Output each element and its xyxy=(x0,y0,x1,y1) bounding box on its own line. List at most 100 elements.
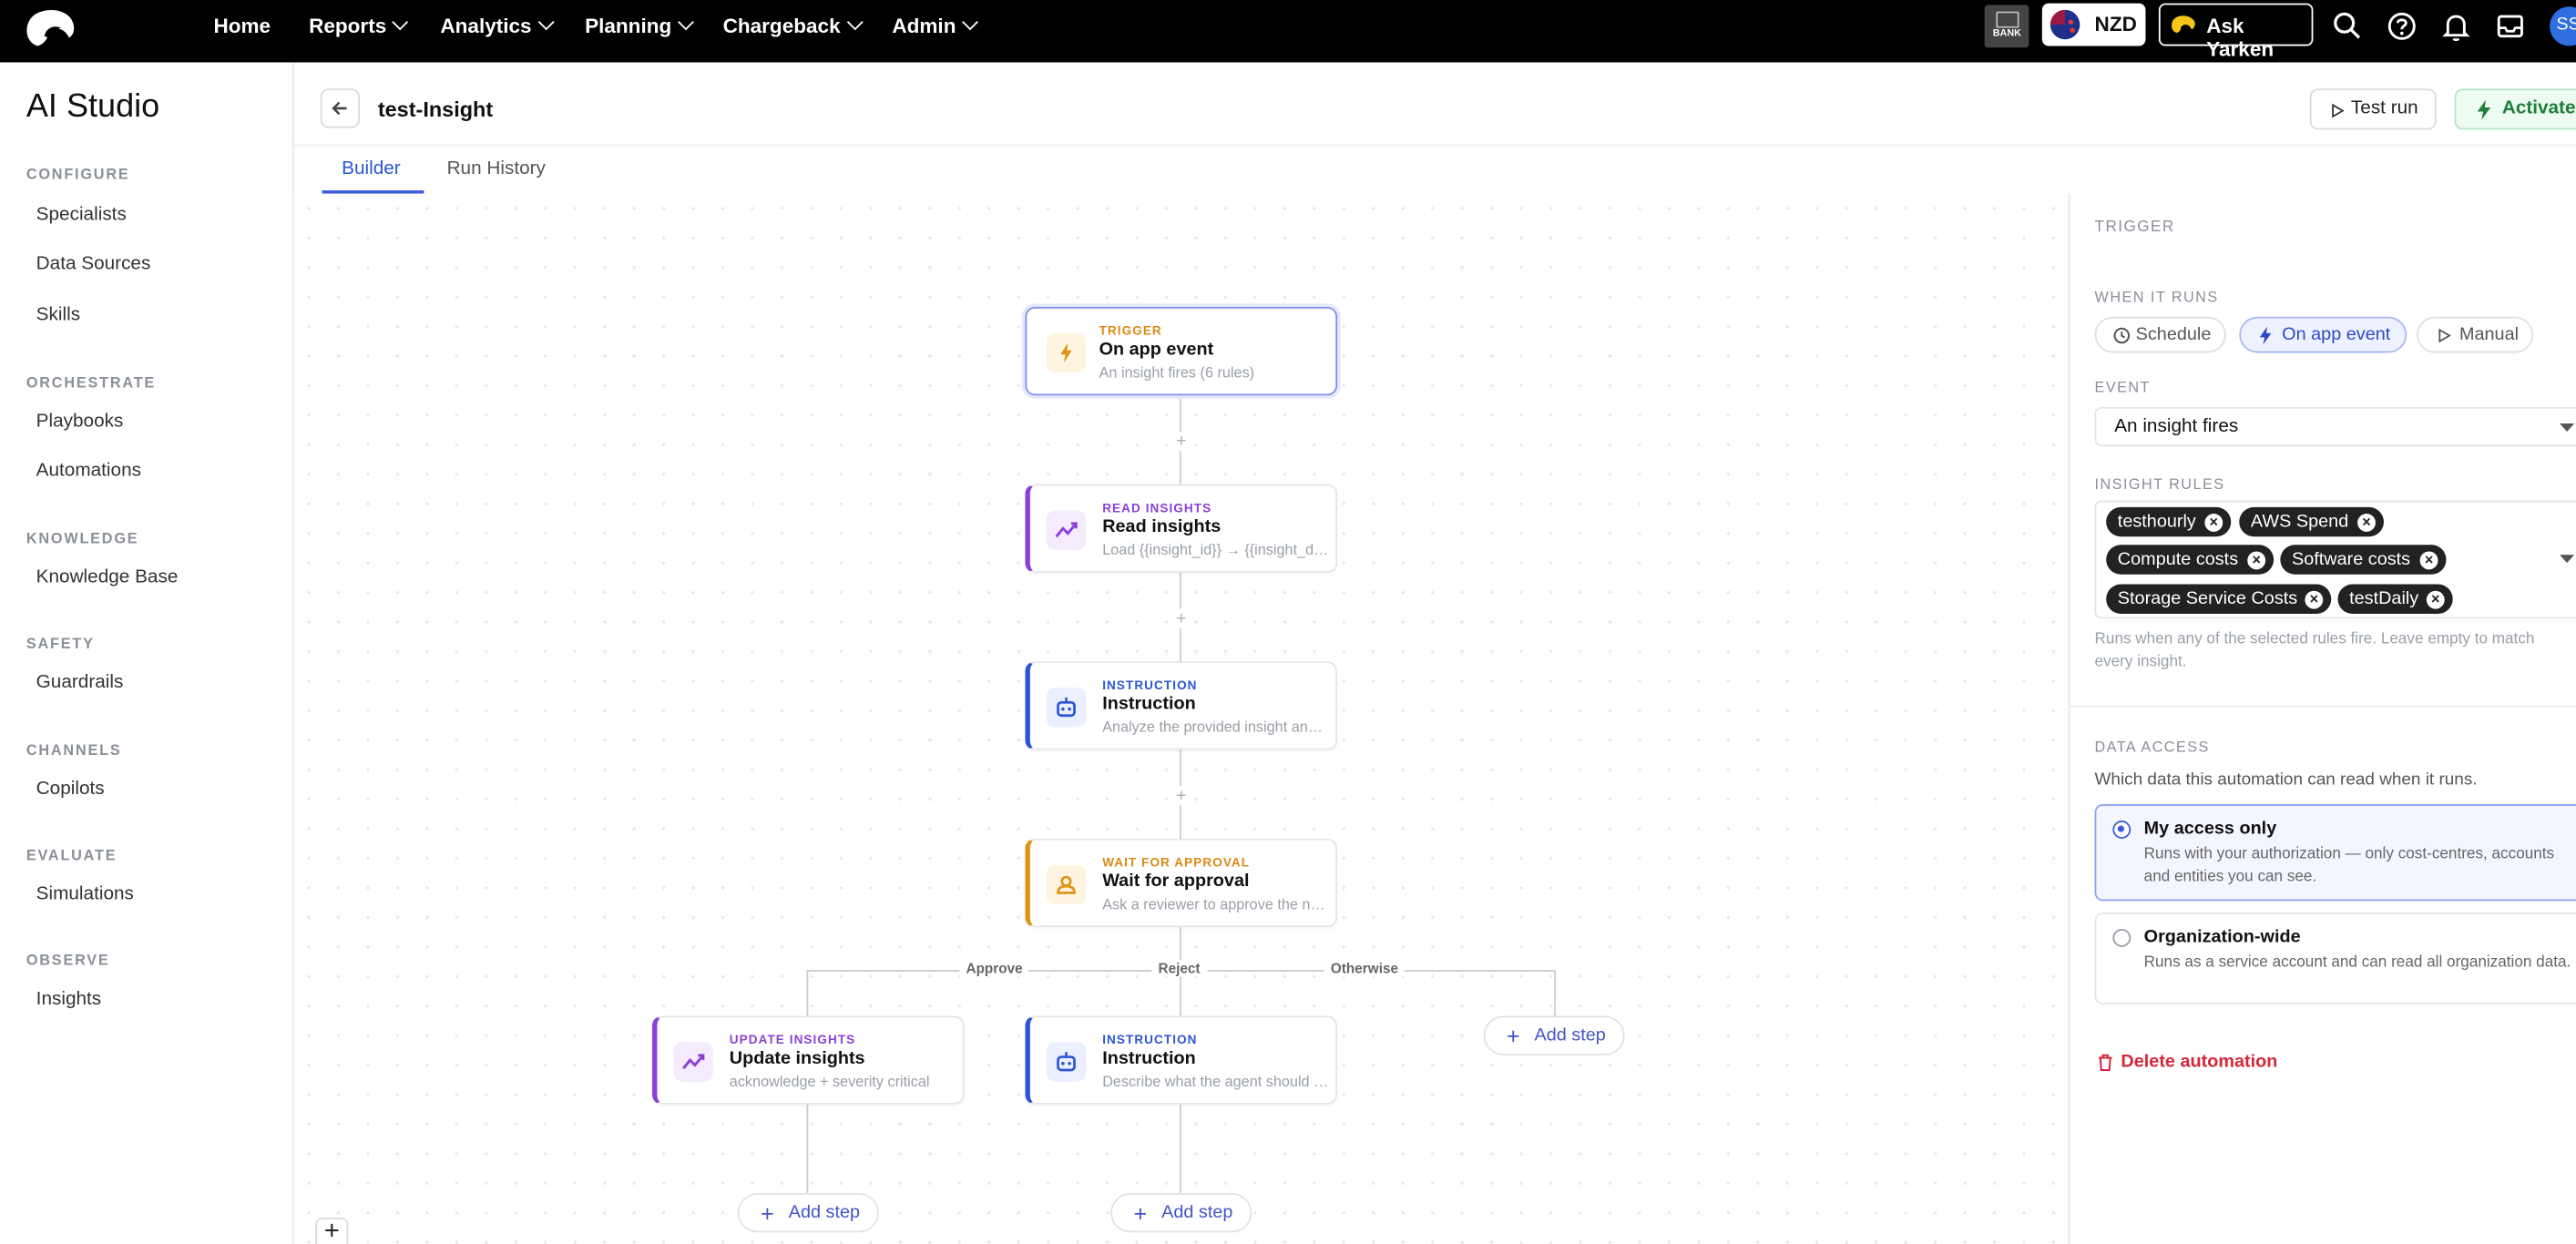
when-option-manual[interactable]: Manual xyxy=(2417,316,2534,353)
insight-rules-multiselect[interactable]: testhourly × AWS Spend × Compute costs ×… xyxy=(2094,500,2576,619)
add-step-button-reject[interactable]: + Add step xyxy=(1110,1193,1252,1233)
sidebar-section-safety: SAFETY xyxy=(26,635,95,652)
nav-admin[interactable]: Admin xyxy=(892,0,978,62)
nav-reports[interactable]: Reports xyxy=(309,0,409,62)
trend-icon xyxy=(1046,510,1087,550)
sidebar-item-skills[interactable]: Skills xyxy=(36,305,80,325)
nav-planning-label: Planning xyxy=(585,15,672,38)
remove-chip-icon[interactable]: × xyxy=(2426,590,2445,609)
bank-logo-graphic xyxy=(1996,11,2019,28)
node-subtitle: An insight fires (6 rules) xyxy=(1099,364,1255,382)
sidebar-section-configure: CONFIGURE xyxy=(26,166,130,183)
insight-rules-label: INSIGHT RULES xyxy=(2094,475,2225,493)
clock-icon xyxy=(2113,327,2131,344)
access-option-title: My access only xyxy=(2143,819,2277,839)
arrow-left-icon xyxy=(332,101,347,116)
top-navbar: Home Reports Analytics Planning Chargeba… xyxy=(0,0,2576,63)
remove-chip-icon[interactable]: × xyxy=(2357,514,2376,532)
radio-unselected-icon[interactable] xyxy=(2112,928,2131,947)
event-select[interactable]: An insight fires xyxy=(2094,406,2576,447)
remove-chip-icon[interactable]: × xyxy=(2247,551,2266,570)
sidebar-item-playbooks[interactable]: Playbooks xyxy=(36,412,124,432)
sidebar-item-automations[interactable]: Automations xyxy=(36,461,141,481)
activate-button[interactable]: Activate xyxy=(2454,88,2576,130)
tab-builder[interactable]: Builder xyxy=(342,159,401,179)
bell-icon[interactable] xyxy=(2438,8,2474,45)
nav-home[interactable]: Home xyxy=(213,0,271,62)
workflow-node-read-insights[interactable]: READ INSIGHTS Read insights Load {{insig… xyxy=(1025,484,1338,573)
workflow-node-update-insights[interactable]: UPDATE INSIGHTS Update insights acknowle… xyxy=(652,1015,965,1105)
sidebar-item-copilots[interactable]: Copilots xyxy=(36,780,105,800)
when-option-schedule[interactable]: Schedule xyxy=(2094,316,2226,353)
sidebar-item-guardrails[interactable]: Guardrails xyxy=(36,673,124,693)
sidebar-item-insights[interactable]: Insights xyxy=(36,990,101,1010)
workflow-node-instruction[interactable]: INSTRUCTION Instruction Analyze the prov… xyxy=(1025,661,1338,750)
sidebar-item-specialists[interactable]: Specialists xyxy=(36,205,127,225)
nav-admin-label: Admin xyxy=(892,15,956,38)
rule-chip: Compute costs × xyxy=(2106,545,2274,575)
insert-step-button[interactable]: + xyxy=(1170,431,1191,452)
tab-run-history[interactable]: Run History xyxy=(447,159,546,179)
sidebar-section-knowledge: KNOWLEDGE xyxy=(26,530,139,547)
user-avatar[interactable]: SS xyxy=(2550,6,2576,46)
sidebar-item-data-sources[interactable]: Data Sources xyxy=(36,254,151,274)
bolt-icon xyxy=(2259,326,2272,345)
zoom-in-button[interactable]: + xyxy=(315,1218,349,1244)
access-option-organization[interactable]: Organization-wide Runs as a service acco… xyxy=(2094,912,2576,1004)
plus-icon: + xyxy=(1506,1022,1520,1049)
branch-label-reject: Reject xyxy=(1151,960,1207,977)
person-icon xyxy=(1046,864,1087,904)
rule-chip-label: testDaily xyxy=(2349,588,2419,609)
bank-logo[interactable]: BANK xyxy=(1984,5,2029,48)
workflow-node-trigger[interactable]: TRIGGER On app event An insight fires (6… xyxy=(1025,306,1338,396)
node-title: Instruction xyxy=(1102,694,1196,714)
brand-logo[interactable] xyxy=(21,6,77,49)
node-kind: TRIGGER xyxy=(1099,323,1162,339)
access-option-my-access[interactable]: My access only Runs with your authorizat… xyxy=(2094,804,2576,902)
rule-chip-label: Software costs xyxy=(2291,549,2411,570)
sidebar-item-knowledge-base[interactable]: Knowledge Base xyxy=(36,568,179,588)
workflow-node-wait-for-approval[interactable]: WAIT FOR APPROVAL Wait for approval Ask … xyxy=(1025,838,1338,928)
insert-step-button[interactable]: + xyxy=(1170,608,1191,629)
node-subtitle: acknowledge + severity critical xyxy=(729,1073,930,1090)
help-icon[interactable] xyxy=(2384,8,2420,45)
play-icon xyxy=(2438,328,2451,343)
caret-down-icon[interactable] xyxy=(2559,555,2575,565)
access-option-title: Organization-wide xyxy=(2143,927,2301,947)
insert-step-button[interactable]: + xyxy=(1170,786,1191,806)
radio-selected-icon[interactable] xyxy=(2112,821,2131,839)
back-button[interactable] xyxy=(320,88,360,128)
remove-chip-icon[interactable]: × xyxy=(2305,590,2324,609)
nav-planning[interactable]: Planning xyxy=(585,0,694,62)
nav-analytics[interactable]: Analytics xyxy=(440,0,554,62)
test-run-button[interactable]: Test run xyxy=(2309,88,2437,130)
assistant-logo-icon xyxy=(2171,15,2197,35)
rule-chip: Software costs × xyxy=(2280,545,2447,575)
currency-selector[interactable]: NZD xyxy=(2041,3,2146,46)
when-it-runs-label: WHEN IT RUNS xyxy=(2094,289,2219,306)
app-title: AI Studio xyxy=(26,88,160,125)
event-label: EVENT xyxy=(2094,379,2151,396)
workflow-node-instruction-reject[interactable]: INSTRUCTION Instruction Describe what th… xyxy=(1025,1015,1338,1105)
test-run-label: Test run xyxy=(2350,98,2418,118)
remove-chip-icon[interactable]: × xyxy=(2419,551,2438,570)
add-step-button-otherwise[interactable]: + Add step xyxy=(1483,1015,1625,1055)
search-icon[interactable] xyxy=(2329,8,2366,45)
when-option-app-event[interactable]: On app event xyxy=(2239,316,2407,353)
page-title: test-Insight xyxy=(377,97,494,122)
nav-chargeback[interactable]: Chargeback xyxy=(723,0,863,62)
sidebar-section-evaluate: EVALUATE xyxy=(26,846,118,863)
inbox-icon[interactable] xyxy=(2492,8,2529,45)
node-title: On app event xyxy=(1099,340,1214,360)
sidebar-item-simulations[interactable]: Simulations xyxy=(36,884,134,904)
remove-chip-icon[interactable]: × xyxy=(2204,514,2223,532)
node-title: Read insights xyxy=(1102,516,1222,537)
trend-icon xyxy=(673,1042,713,1082)
ask-assistant-button[interactable]: Ask Yarken xyxy=(2158,3,2314,61)
app-root: Home Reports Analytics Planning Chargeba… xyxy=(0,0,2576,1244)
node-kind: UPDATE INSIGHTS xyxy=(729,1032,856,1047)
add-step-button-approve[interactable]: + Add step xyxy=(737,1193,879,1233)
header-divider xyxy=(293,144,2576,147)
add-step-label: Add step xyxy=(1161,1202,1233,1223)
node-kind: WAIT FOR APPROVAL xyxy=(1102,854,1251,871)
